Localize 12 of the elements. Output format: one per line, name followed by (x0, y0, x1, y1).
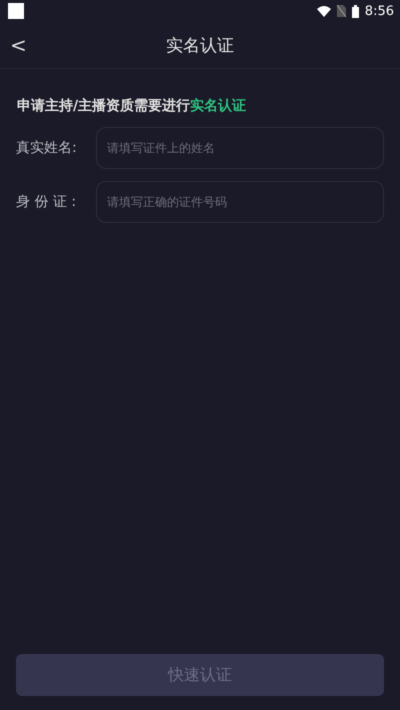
battery-icon (352, 4, 359, 18)
input-field[interactable]: 请填写证件上的姓名 (96, 127, 384, 169)
field-label: 身 份 证 : (16, 193, 78, 211)
status-time: 8:56 (364, 4, 394, 18)
field-label: 真实姓名: (16, 139, 78, 157)
no-sim-icon (336, 5, 346, 17)
back-button[interactable]: < (6, 31, 31, 59)
page-title: 实名认证 (166, 34, 234, 56)
wifi-icon (316, 6, 331, 16)
notification-icon (8, 3, 24, 19)
input-field[interactable]: 请填写正确的证件号码 (96, 181, 384, 223)
notice-text: 申请主持/主播资质需要进行实名认证 (17, 97, 248, 115)
